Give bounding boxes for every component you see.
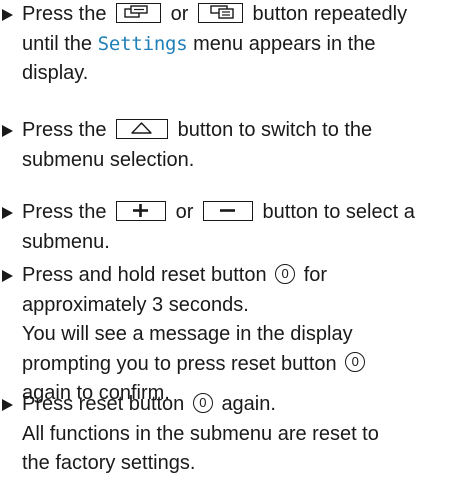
step-1-text-c: button repeatedly (252, 3, 408, 25)
step-3-text-c: button to select a (262, 201, 415, 223)
step-5-text-a: Press reset button (22, 393, 185, 415)
step-2-line-2: submenu selection. (22, 148, 195, 171)
display-left-icon (116, 2, 162, 23)
settings-menu-label: Settings (97, 32, 188, 55)
step-3-line-1: Press the or button to select a (22, 198, 457, 228)
step-3-line-2: submenu. (22, 230, 110, 253)
reset-button-icon: 0 (275, 263, 296, 284)
step-1-text-a: Press the (22, 3, 107, 25)
step-4: Press and hold reset button 0 for approx… (0, 261, 457, 409)
step-2: Press the button to switch to the submen… (0, 116, 457, 175)
step-1-text-e: menu appears in the (193, 32, 376, 55)
plus-icon (116, 200, 167, 221)
step-bullet-icon (2, 399, 13, 411)
step-4-text-a: Press and hold reset button (22, 264, 267, 286)
step-3-text-b: or (175, 201, 194, 223)
display-right-icon (197, 2, 243, 23)
step-4-line-1: Press and hold reset button 0 for (22, 261, 457, 291)
minus-icon (202, 200, 253, 221)
step-2-text-b: button to switch to the (177, 119, 373, 141)
step-bullet-icon (2, 270, 13, 282)
step-1-text-b: or (170, 3, 189, 25)
step-4-line-2: approximately 3 seconds. (22, 293, 249, 316)
step-4-text-c: prompting you to press reset button (22, 352, 337, 375)
step-3-text-a: Press the (22, 201, 107, 223)
step-2-text-a: Press the (22, 119, 107, 141)
step-5-line-2: All functions in the submenu are reset t… (22, 422, 379, 445)
step-5-text-b: again. (221, 393, 276, 415)
step-4-line-4: prompting you to press reset button 0 (22, 350, 457, 380)
step-4-line-3: You will see a message in the display (22, 323, 353, 345)
step-bullet-icon (2, 9, 13, 21)
step-1-line-3: display. (22, 62, 89, 84)
reset-button-icon: 0 (345, 352, 366, 373)
step-1-line-2: until the Settings menu appears in the (22, 30, 457, 60)
step-1-line-1: Press the or button repeatedly (22, 0, 457, 30)
step-4-text-b: for (303, 264, 328, 286)
back-up-icon (116, 118, 169, 139)
step-2-line-1: Press the button to switch to the (22, 116, 457, 146)
step-5-line-3: the factory settings. (22, 452, 196, 474)
step-bullet-icon (2, 207, 13, 219)
step-bullet-icon (2, 125, 13, 137)
reset-button-icon: 0 (192, 392, 213, 413)
step-5: Press reset button 0 again. All function… (0, 390, 457, 479)
step-3: Press the or button to select a submenu. (0, 198, 457, 257)
step-5-line-1: Press reset button 0 again. (22, 390, 457, 420)
step-1: Press the or button repeatedly until the… (0, 0, 457, 89)
step-1-text-d: until the (22, 32, 93, 55)
